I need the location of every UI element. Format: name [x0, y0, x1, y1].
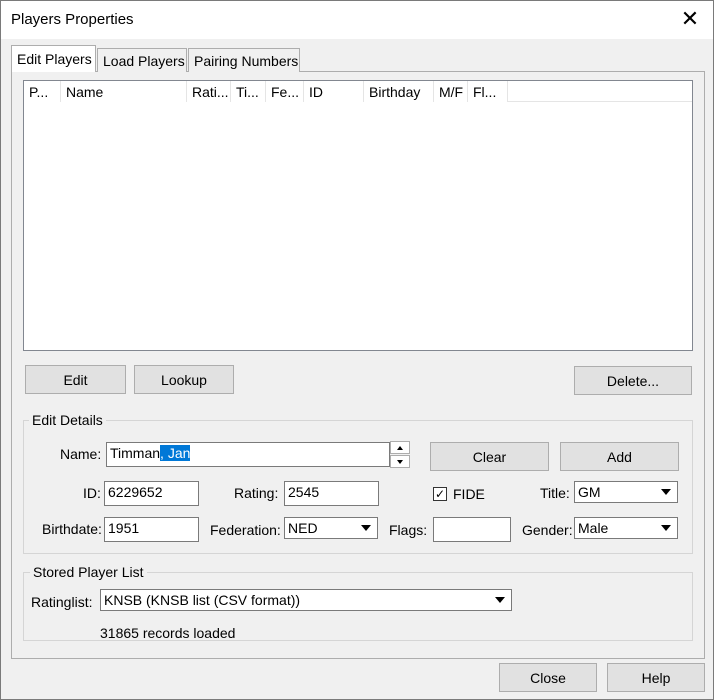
federation-select-value: NED	[288, 520, 318, 536]
window-title: Players Properties	[11, 11, 134, 28]
title-select[interactable]: GM	[574, 481, 678, 503]
column-header-p[interactable]: P...	[24, 81, 61, 102]
chevron-down-icon	[490, 591, 510, 609]
tab-edit-players[interactable]: Edit Players	[11, 45, 96, 72]
edit-button[interactable]: Edit	[25, 365, 126, 394]
players-list[interactable]: P... Name Rati... Ti... Fe... ID Birthda…	[23, 80, 693, 351]
name-value-selected: , Jan	[160, 445, 191, 461]
name-value-text: Timman	[110, 445, 161, 461]
title-bar: Players Properties ✕	[1, 1, 713, 39]
gender-select-value: Male	[578, 520, 609, 536]
close-button[interactable]: Close	[499, 663, 597, 692]
title-select-value: GM	[578, 484, 601, 500]
column-header-title[interactable]: Ti...	[231, 81, 266, 102]
column-header-federation[interactable]: Fe...	[266, 81, 304, 102]
name-field[interactable]: Timman, Jan	[106, 442, 390, 467]
chevron-down-icon	[656, 519, 676, 537]
tab-pairing-numbers[interactable]: Pairing Numbers	[188, 48, 300, 72]
name-label: Name:	[60, 446, 102, 462]
players-list-header: P... Name Rati... Ti... Fe... ID Birthda…	[24, 81, 692, 102]
spin-down-icon	[397, 459, 403, 464]
spin-up-icon	[397, 445, 403, 450]
rating-label: Rating:	[234, 485, 279, 501]
clear-button[interactable]: Clear	[430, 442, 549, 471]
birthdate-label: Birthdate:	[42, 521, 102, 537]
column-header-birthday[interactable]: Birthday	[364, 81, 434, 102]
gender-label: Gender:	[522, 522, 573, 538]
help-button[interactable]: Help	[607, 663, 705, 692]
federation-label: Federation:	[210, 522, 281, 538]
id-label: ID:	[83, 485, 101, 501]
column-header-gender[interactable]: M/F	[434, 81, 468, 102]
column-header-name[interactable]: Name	[61, 81, 187, 102]
ratinglist-label: Ratinglist:	[31, 594, 93, 610]
column-header-id[interactable]: ID	[304, 81, 364, 102]
birthdate-field[interactable]: 1951	[104, 517, 199, 542]
tab-load-players[interactable]: Load Players	[97, 48, 187, 72]
players-properties-dialog: Players Properties ✕ Edit Players Load P…	[0, 0, 714, 700]
column-header-flags[interactable]: Fl...	[468, 81, 508, 102]
lookup-button[interactable]: Lookup	[134, 365, 234, 394]
id-field[interactable]: 6229652	[104, 481, 199, 506]
delete-button[interactable]: Delete...	[574, 366, 692, 395]
chevron-down-icon	[656, 483, 676, 501]
stored-player-list-group-label: Stored Player List	[30, 564, 147, 580]
ratinglist-select-value: KNSB (KNSB list (CSV format))	[104, 592, 301, 608]
close-icon[interactable]: ✕	[667, 1, 713, 39]
fide-checkbox[interactable]: ✓	[433, 487, 447, 501]
add-button[interactable]: Add	[560, 442, 679, 471]
column-header-rating[interactable]: Rati...	[187, 81, 231, 102]
title-label: Title:	[540, 485, 570, 501]
flags-label: Flags:	[389, 522, 428, 538]
rating-field[interactable]: 2545	[284, 481, 379, 506]
flags-field[interactable]	[433, 517, 511, 542]
ratinglist-select[interactable]: KNSB (KNSB list (CSV format))	[100, 589, 512, 611]
fide-label: FIDE	[453, 486, 485, 502]
federation-select[interactable]: NED	[284, 517, 378, 539]
name-spin-down-button[interactable]	[390, 455, 410, 468]
name-spin-up-button[interactable]	[390, 441, 410, 454]
records-loaded-status: 31865 records loaded	[100, 625, 236, 641]
edit-details-group-label: Edit Details	[29, 412, 106, 428]
gender-select[interactable]: Male	[574, 517, 678, 539]
chevron-down-icon	[356, 519, 376, 537]
